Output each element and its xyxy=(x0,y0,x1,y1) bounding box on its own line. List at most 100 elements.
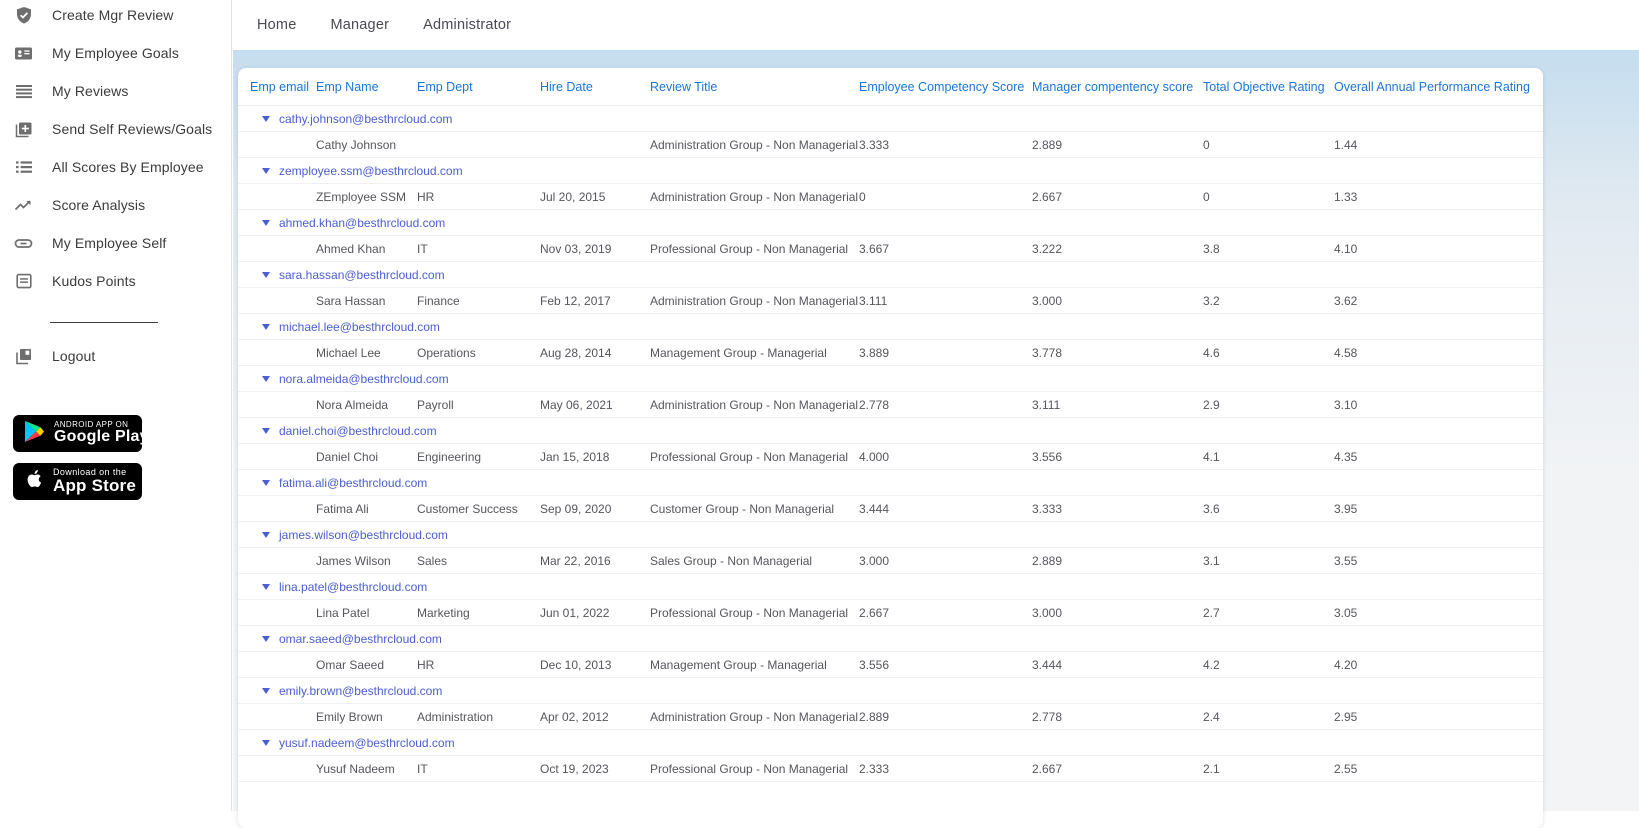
google-play-icon xyxy=(24,420,45,448)
cell-employee-competency-score: 4.000 xyxy=(859,449,890,464)
cell-overall-annual-performance-rating: 3.95 xyxy=(1334,501,1358,516)
email-group-row[interactable]: sara.hassan@besthrcloud.com xyxy=(238,262,1543,288)
cell-employee-competency-score: 3.111 xyxy=(859,293,888,308)
cell-employee-competency-score: 2.667 xyxy=(859,605,890,620)
employee-email-link[interactable]: lina.patel@besthrcloud.com xyxy=(279,580,427,594)
sidebar-item-my-employee-self[interactable]: My Employee Self xyxy=(0,224,231,262)
email-group-row[interactable]: daniel.choi@besthrcloud.com xyxy=(238,418,1543,444)
email-group-row[interactable]: zemployee.ssm@besthrcloud.com xyxy=(238,158,1543,184)
email-group-row[interactable]: michael.lee@besthrcloud.com xyxy=(238,314,1543,340)
col-header-emp-name[interactable]: Emp Name xyxy=(316,80,417,94)
collapse-caret-icon[interactable] xyxy=(262,219,270,226)
app-store-badge[interactable]: Download on the App Store xyxy=(13,463,142,500)
email-group-row[interactable]: omar.saeed@besthrcloud.com xyxy=(238,626,1543,652)
cell-manager-competency-score: 3.333 xyxy=(1032,501,1063,516)
cell-emp-dept: Customer Success xyxy=(417,501,518,516)
table-row: Michael Lee Operations Aug 28, 2014 Mana… xyxy=(238,340,1543,366)
collapse-caret-icon[interactable] xyxy=(262,583,270,590)
employee-email-link[interactable]: nora.almeida@besthrcloud.com xyxy=(279,372,449,386)
badge-line2: App Store xyxy=(53,476,137,496)
email-group-row[interactable]: yusuf.nadeem@besthrcloud.com xyxy=(238,730,1543,756)
tab-home[interactable]: Home xyxy=(257,17,296,33)
employee-group: ahmed.khan@besthrcloud.com Ahmed Khan IT… xyxy=(238,210,1543,262)
cell-review-title: Professional Group - Non Managerial xyxy=(650,605,849,620)
email-group-row[interactable]: james.wilson@besthrcloud.com xyxy=(238,522,1543,548)
email-group-row[interactable]: emily.brown@besthrcloud.com xyxy=(238,678,1543,704)
cell-overall-annual-performance-rating: 2.55 xyxy=(1334,761,1358,776)
employee-email-link[interactable]: emily.brown@besthrcloud.com xyxy=(279,684,442,698)
cell-hire-date: Feb 12, 2017 xyxy=(540,293,611,308)
sidebar-item-my-reviews[interactable]: My Reviews xyxy=(0,72,231,110)
email-group-row[interactable]: lina.patel@besthrcloud.com xyxy=(238,574,1543,600)
email-group-row[interactable]: cathy.johnson@besthrcloud.com xyxy=(238,106,1543,132)
collapse-caret-icon[interactable] xyxy=(262,115,270,122)
collapse-caret-icon[interactable] xyxy=(262,687,270,694)
col-header-emp-email[interactable]: Emp email xyxy=(250,80,316,94)
cell-overall-annual-performance-rating: 2.95 xyxy=(1334,709,1358,724)
sidebar-item-send-self-reviews[interactable]: Send Self Reviews/Goals xyxy=(0,110,231,148)
sidebar-menu: Create Mgr Review My Employee Goals My R… xyxy=(0,0,231,300)
cell-hire-date: Jan 15, 2018 xyxy=(540,449,610,464)
employee-email-link[interactable]: ahmed.khan@besthrcloud.com xyxy=(279,216,445,230)
col-header-total-objective-rating[interactable]: Total Objective Rating xyxy=(1203,80,1334,94)
col-header-emp-dept[interactable]: Emp Dept xyxy=(417,80,540,94)
collapse-caret-icon[interactable] xyxy=(262,323,270,330)
sidebar-item-logout[interactable]: Logout xyxy=(0,337,231,375)
cell-emp-name: James Wilson xyxy=(316,553,391,568)
apple-icon xyxy=(24,467,44,496)
sidebar-item-all-scores-by-employee[interactable]: All Scores By Employee xyxy=(0,148,231,186)
email-group-row[interactable]: ahmed.khan@besthrcloud.com xyxy=(238,210,1543,236)
table-row: Lina Patel Marketing Jun 01, 2022 Profes… xyxy=(238,600,1543,626)
collapse-caret-icon[interactable] xyxy=(262,739,270,746)
cell-hire-date: Jun 01, 2022 xyxy=(540,605,610,620)
sidebar-item-label: Create Mgr Review xyxy=(52,7,174,23)
bulleted-list-icon xyxy=(14,158,33,177)
email-group-row[interactable]: nora.almeida@besthrcloud.com xyxy=(238,366,1543,392)
tab-manager[interactable]: Manager xyxy=(330,17,389,33)
cell-total-objective-rating: 0 xyxy=(1203,137,1210,152)
employee-email-link[interactable]: sara.hassan@besthrcloud.com xyxy=(279,268,445,282)
sidebar-item-create-mgr-review[interactable]: Create Mgr Review xyxy=(0,0,231,34)
cell-emp-dept: HR xyxy=(417,189,435,204)
col-header-review-title[interactable]: Review Title xyxy=(650,80,859,94)
sidebar-divider xyxy=(50,322,158,323)
employee-group: omar.saeed@besthrcloud.com Omar Saeed HR… xyxy=(238,626,1543,678)
cell-overall-annual-performance-rating: 4.35 xyxy=(1334,449,1358,464)
tab-administrator[interactable]: Administrator xyxy=(423,17,511,33)
collapse-caret-icon[interactable] xyxy=(262,531,270,538)
google-play-badge[interactable]: ANDROID APP ON Google Play xyxy=(13,415,148,452)
sidebar-item-score-analysis[interactable]: Score Analysis xyxy=(0,186,231,224)
cell-emp-dept: HR xyxy=(417,657,435,672)
cell-employee-competency-score: 0 xyxy=(859,189,866,204)
employee-email-link[interactable]: zemployee.ssm@besthrcloud.com xyxy=(279,164,463,178)
col-header-overall-annual-performance-rating[interactable]: Overall Annual Performance Rating xyxy=(1334,80,1543,94)
sidebar-item-kudos-points[interactable]: Kudos Points xyxy=(0,262,231,300)
collapse-caret-icon[interactable] xyxy=(262,427,270,434)
cell-employee-competency-score: 3.333 xyxy=(859,137,890,152)
cell-review-title: Administration Group - Non Managerial xyxy=(650,397,859,412)
employee-email-link[interactable]: james.wilson@besthrcloud.com xyxy=(279,528,448,542)
sidebar-item-label: Send Self Reviews/Goals xyxy=(52,121,213,137)
employee-email-link[interactable]: daniel.choi@besthrcloud.com xyxy=(279,424,437,438)
sidebar-item-my-employee-goals[interactable]: My Employee Goals xyxy=(0,34,231,72)
sidebar: Create Mgr Review My Employee Goals My R… xyxy=(0,0,232,811)
col-header-hire-date[interactable]: Hire Date xyxy=(540,80,650,94)
cell-emp-name: Cathy Johnson xyxy=(316,137,397,152)
content-background: Emp email Emp Name Emp Dept Hire Date Re… xyxy=(233,50,1639,828)
col-header-employee-competency-score[interactable]: Employee Competency Score xyxy=(859,80,1032,94)
email-group-row[interactable]: fatima.ali@besthrcloud.com xyxy=(238,470,1543,496)
employee-email-link[interactable]: yusuf.nadeem@besthrcloud.com xyxy=(279,736,455,750)
employee-email-link[interactable]: michael.lee@besthrcloud.com xyxy=(279,320,440,334)
collapse-caret-icon[interactable] xyxy=(262,635,270,642)
col-header-manager-competency-score[interactable]: Manager compentency score xyxy=(1032,80,1203,94)
employee-email-link[interactable]: fatima.ali@besthrcloud.com xyxy=(279,476,427,490)
table-row: Fatima Ali Customer Success Sep 09, 2020… xyxy=(238,496,1543,522)
collapse-caret-icon[interactable] xyxy=(262,479,270,486)
employee-group: fatima.ali@besthrcloud.com Fatima Ali Cu… xyxy=(238,470,1543,522)
collapse-caret-icon[interactable] xyxy=(262,167,270,174)
employee-email-link[interactable]: cathy.johnson@besthrcloud.com xyxy=(279,112,452,126)
cell-employee-competency-score: 3.556 xyxy=(859,657,890,672)
employee-email-link[interactable]: omar.saeed@besthrcloud.com xyxy=(279,632,442,646)
collapse-caret-icon[interactable] xyxy=(262,375,270,382)
collapse-caret-icon[interactable] xyxy=(262,271,270,278)
